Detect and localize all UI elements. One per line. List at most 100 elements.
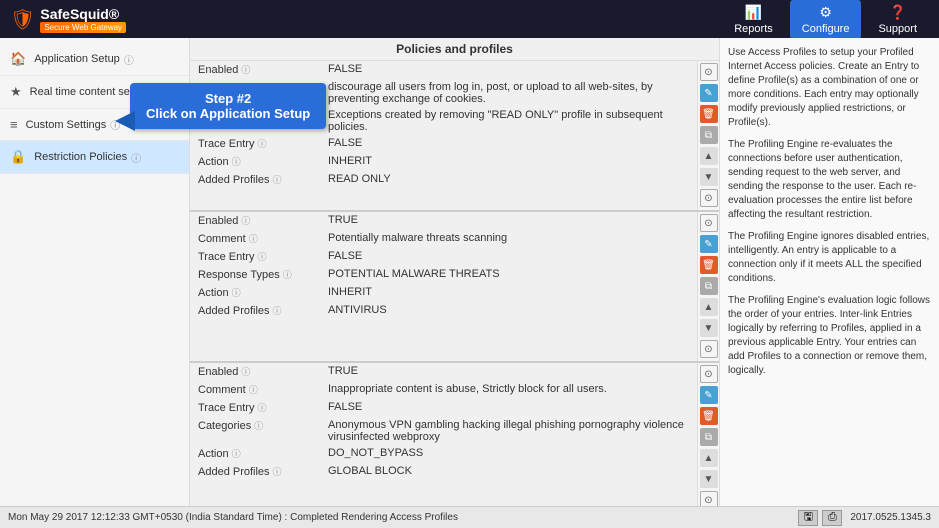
- entry-3-row-comment: Comment ⓘ Inappropriate content is abuse…: [190, 381, 697, 399]
- field-label-trace-3: Trace Entry ⓘ: [198, 401, 328, 414]
- entry-1-row-trace: Trace Entry ⓘ FALSE: [190, 135, 697, 153]
- logo-text: SafeSquid® Secure Web Gateway: [40, 6, 126, 33]
- entry-1-edit-btn[interactable]: ✎: [700, 84, 718, 102]
- header-nav: 📊 Reports ⚙ Configure ❓ Support: [722, 0, 929, 39]
- field-value-comment-2: Potentially malware threats scanning: [328, 232, 689, 244]
- nav-configure-label: Configure: [802, 23, 850, 35]
- action-2-info: ⓘ: [232, 286, 241, 299]
- field-value-trace-1: FALSE: [328, 137, 689, 149]
- logo-tagline: Secure Web Gateway: [40, 22, 126, 33]
- logo-name: SafeSquid®: [40, 6, 126, 22]
- response-2-info: ⓘ: [283, 268, 292, 281]
- profiles-3-info: ⓘ: [273, 465, 282, 478]
- field-value-profiles-1: READ ONLY: [328, 173, 689, 185]
- field-value-enabled-1: FALSE: [328, 63, 689, 75]
- field-label-enabled-1: Enabled ⓘ: [198, 63, 328, 76]
- field-label-profiles-1: Added Profiles ⓘ: [198, 173, 328, 186]
- sidebar-item-restriction[interactable]: 🔒 Restriction Policies ⓘ: [0, 141, 189, 174]
- field-label-action-3: Action ⓘ: [198, 447, 328, 460]
- field-label-action-1: Action ⓘ: [198, 155, 328, 168]
- sidebar-item-app-setup[interactable]: 🏠 Application Setup ⓘ: [0, 43, 189, 76]
- field-label-profiles-2: Added Profiles ⓘ: [198, 304, 328, 317]
- sidebar-item-app-setup-label: Application Setup: [34, 53, 120, 65]
- entry-1-row-enabled: Enabled ⓘ FALSE: [190, 61, 697, 79]
- entry-3-row-enabled: Enabled ⓘ TRUE: [190, 363, 697, 381]
- field-value-categories-3: Anonymous VPN gambling hacking illegal p…: [328, 419, 689, 443]
- entry-3-controls: ⊙ ✎ 🗑 ⧉ ▲ ▼ ⊙: [697, 363, 719, 506]
- status-icon-btn-1[interactable]: 🖫: [798, 510, 818, 526]
- entry-3-row-categories: Categories ⓘ Anonymous VPN gambling hack…: [190, 417, 697, 445]
- comment-2-info: ⓘ: [249, 232, 258, 245]
- entry-2-row-action: Action ⓘ INHERIT: [190, 284, 697, 302]
- policy-entry-2: Enabled ⓘ TRUE Comment ⓘ Potentially mal…: [190, 212, 719, 363]
- entry-2-settings2-btn[interactable]: ⊙: [700, 340, 718, 358]
- step-bubble: Step #2 Click on Application Setup: [130, 83, 326, 129]
- status-message: Mon May 29 2017 12:12:33 GMT+0530 (India…: [8, 512, 458, 523]
- entry-1-settings2-btn[interactable]: ⊙: [700, 189, 718, 207]
- entry-2-copy-btn[interactable]: ⧉: [700, 277, 718, 295]
- nav-reports[interactable]: 📊 Reports: [722, 0, 785, 39]
- entry-2-down-btn[interactable]: ▼: [700, 319, 718, 337]
- step-arrow-icon: [105, 106, 135, 136]
- profiles-1-info: ⓘ: [273, 173, 282, 186]
- enabled-1-info: ⓘ: [241, 63, 250, 76]
- nav-support[interactable]: ❓ Support: [866, 0, 929, 39]
- step-line1: Step #2: [146, 91, 310, 106]
- field-label-enabled-2: Enabled ⓘ: [198, 214, 328, 227]
- entry-2-fields: Enabled ⓘ TRUE Comment ⓘ Potentially mal…: [190, 212, 697, 361]
- entry-2-controls: ⊙ ✎ 🗑 ⧉ ▲ ▼ ⊙: [697, 212, 719, 361]
- categories-3-info: ⓘ: [254, 419, 263, 432]
- field-value-action-1: INHERIT: [328, 155, 689, 167]
- shield-icon: 🛡: [10, 7, 35, 32]
- entry-3-edit-btn[interactable]: ✎: [700, 386, 718, 404]
- right-panel-p2: The Profiling Engine re-evaluates the co…: [728, 138, 931, 222]
- right-panel: Use Access Profiles to setup your Profil…: [719, 38, 939, 506]
- nav-reports-label: Reports: [734, 23, 773, 35]
- field-label-trace-2: Trace Entry ⓘ: [198, 250, 328, 263]
- entry-1-down-btn[interactable]: ▼: [700, 168, 718, 186]
- entry-3-settings-btn[interactable]: ⊙: [700, 365, 718, 383]
- entry-1-controls: ⊙ ✎ 🗑 ⧉ ▲ ▼ ⊙: [697, 61, 719, 210]
- status-icons: 🖫 ⎙: [798, 510, 842, 526]
- entry-2-row-comment: Comment ⓘ Potentially malware threats sc…: [190, 230, 697, 248]
- entry-1-copy-btn[interactable]: ⧉: [700, 126, 718, 144]
- field-value-response-2: POTENTIAL MALWARE THREATS: [328, 268, 689, 280]
- entry-3-copy-btn[interactable]: ⧉: [700, 428, 718, 446]
- nav-configure[interactable]: ⚙ Configure: [790, 0, 862, 39]
- entry-2-delete-btn[interactable]: 🗑: [700, 256, 718, 274]
- status-icon-btn-2[interactable]: ⎙: [822, 510, 842, 526]
- status-version: 2017.0525.1345.3: [850, 512, 931, 523]
- entry-1-settings-btn[interactable]: ⊙: [700, 63, 718, 81]
- entry-2-up-btn[interactable]: ▲: [700, 298, 718, 316]
- sidebar-item-restriction-label: Restriction Policies: [34, 151, 127, 163]
- enabled-3-info: ⓘ: [241, 365, 250, 378]
- entry-3-fields: Enabled ⓘ TRUE Comment ⓘ Inappropriate c…: [190, 363, 697, 506]
- field-value-enabled-3: TRUE: [328, 365, 689, 377]
- entry-2-row-profiles: Added Profiles ⓘ ANTIVIRUS: [190, 302, 697, 320]
- entry-2-edit-btn[interactable]: ✎: [700, 235, 718, 253]
- reports-icon: 📊: [745, 4, 762, 21]
- field-label-action-2: Action ⓘ: [198, 286, 328, 299]
- entry-1-up-btn[interactable]: ▲: [700, 147, 718, 165]
- comment-3-info: ⓘ: [249, 383, 258, 396]
- field-value-profiles-3: GLOBAL BLOCK: [328, 465, 689, 477]
- entry-3-up-btn[interactable]: ▲: [700, 449, 718, 467]
- entry-1-delete-btn[interactable]: 🗑: [700, 105, 718, 123]
- field-label-enabled-3: Enabled ⓘ: [198, 365, 328, 378]
- field-value-comment-1: discourage all users from log in, post, …: [328, 81, 689, 105]
- app-setup-icon: 🏠: [10, 51, 26, 67]
- field-label-profiles-3: Added Profiles ⓘ: [198, 465, 328, 478]
- realtime-icon: ★: [10, 84, 22, 100]
- restriction-info-icon: ⓘ: [131, 150, 141, 165]
- app-container: 🛡 SafeSquid® Secure Web Gateway 📊 Report…: [0, 0, 939, 528]
- field-label-comment-2: Comment ⓘ: [198, 232, 328, 245]
- entry-2-settings-btn[interactable]: ⊙: [700, 214, 718, 232]
- entry-3-delete-btn[interactable]: 🗑: [700, 407, 718, 425]
- entry-3-down-btn[interactable]: ▼: [700, 470, 718, 488]
- entry-2-row-trace: Trace Entry ⓘ FALSE: [190, 248, 697, 266]
- entry-1-row-action: Action ⓘ INHERIT: [190, 153, 697, 171]
- entry-3-settings2-btn[interactable]: ⊙: [700, 491, 718, 506]
- entry-3-row-profiles: Added Profiles ⓘ GLOBAL BLOCK: [190, 463, 697, 481]
- field-value-trace-3: FALSE: [328, 401, 689, 413]
- sidebar-item-custom-label: Custom Settings: [26, 119, 107, 131]
